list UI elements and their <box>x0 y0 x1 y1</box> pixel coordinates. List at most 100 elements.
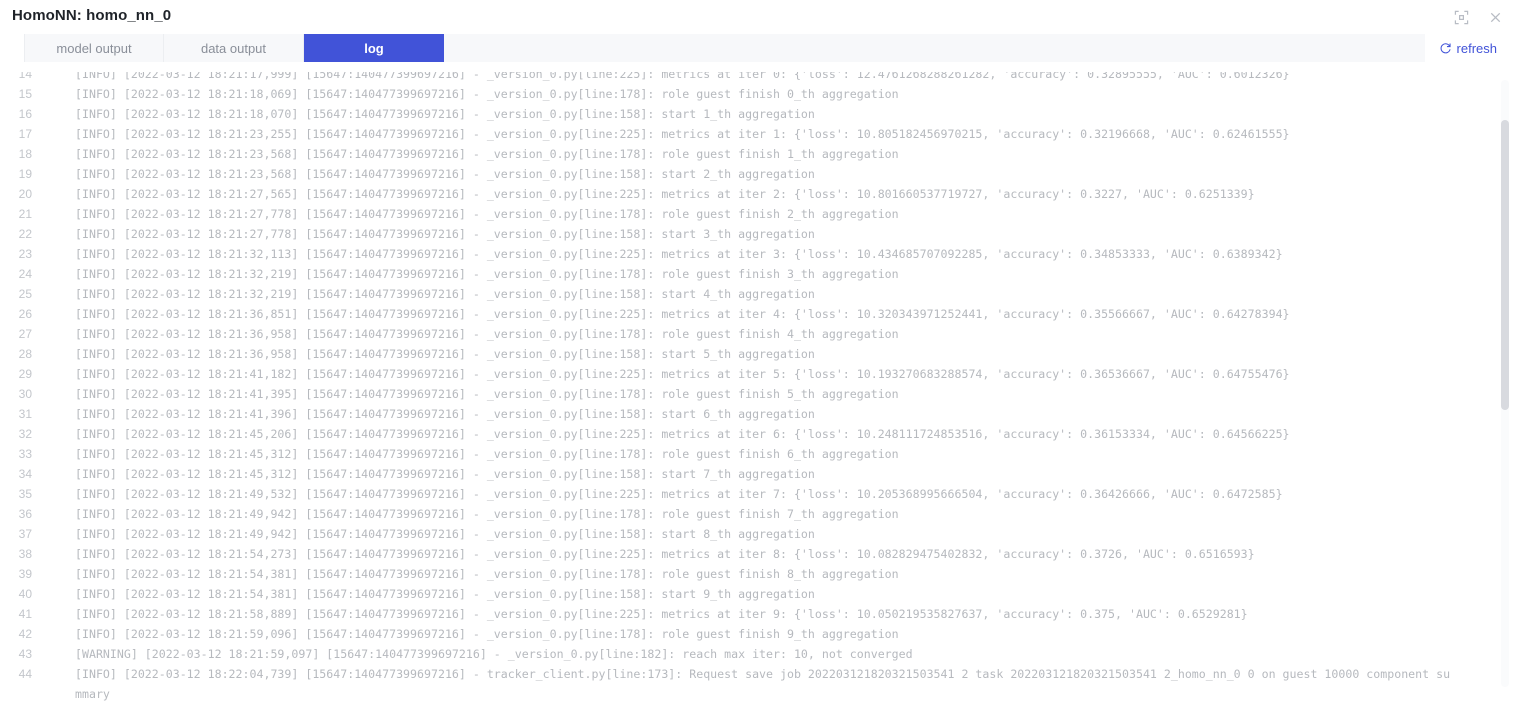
tab-model-output-label: model output <box>56 40 132 56</box>
log-line-text: [INFO] [2022-03-12 18:21:49,942] [15647:… <box>75 527 815 541</box>
log-line-number: 35 <box>18 487 32 501</box>
page-title: HomoNN: homo_nn_0 <box>12 7 172 24</box>
log-line-number: 44 <box>18 667 32 681</box>
log-line-number: 25 <box>18 287 32 301</box>
log-row: 23 [INFO] [2022-03-12 18:21:32,113] [1564… <box>0 244 1515 264</box>
log-row: 14 [INFO] [2022-03-12 18:21:17,999] [156… <box>0 72 1515 84</box>
log-line-text: [INFO] [2022-03-12 18:21:23,568] [15647:… <box>75 167 815 181</box>
log-line-number: 28 <box>18 347 32 361</box>
refresh-button[interactable]: refresh <box>1439 34 1497 62</box>
tab-log[interactable]: log <box>304 34 444 62</box>
log-row: 15 [INFO] [2022-03-12 18:21:18,069] [1564… <box>0 84 1515 104</box>
log-line-text: [INFO] [2022-03-12 18:21:59,096] [15647:… <box>75 627 899 641</box>
log-line-number: 29 <box>18 367 32 381</box>
log-line-text: [INFO] [2022-03-12 18:21:36,851] [15647:… <box>75 307 1290 321</box>
log-line-number: 36 <box>18 507 32 521</box>
log-viewport[interactable]: 14 [INFO] [2022-03-12 18:21:17,999] [156… <box>0 72 1515 701</box>
log-line-number: 21 <box>18 207 32 221</box>
log-row: 18 [INFO] [2022-03-12 18:21:23,568] [1564… <box>0 144 1515 164</box>
log-row: 22 [INFO] [2022-03-12 18:21:27,778] [1564… <box>0 224 1515 244</box>
log-line-text: [INFO] [2022-03-12 18:21:45,312] [15647:… <box>75 467 815 481</box>
log-line-text: [INFO] [2022-03-12 18:21:32,219] [15647:… <box>75 267 899 281</box>
log-row: 21 [INFO] [2022-03-12 18:21:27,778] [1564… <box>0 204 1515 224</box>
log-content: 14 [INFO] [2022-03-12 18:21:17,999] [156… <box>0 72 1515 701</box>
log-row: 38 [INFO] [2022-03-12 18:21:54,273] [1564… <box>0 544 1515 564</box>
log-line-number: 37 <box>18 527 32 541</box>
log-line-text: [INFO] [2022-03-12 18:21:32,219] [15647:… <box>75 287 815 301</box>
log-row: 43 [WARNING] [2022-03-12 18:21:59,097] [1… <box>0 644 1515 664</box>
log-line-number: 30 <box>18 387 32 401</box>
tab-data-output[interactable]: data output <box>164 34 304 62</box>
log-line-number: 20 <box>18 187 32 201</box>
log-row: 35 [INFO] [2022-03-12 18:21:49,532] [1564… <box>0 484 1515 504</box>
log-row: 24 [INFO] [2022-03-12 18:21:32,219] [1564… <box>0 264 1515 284</box>
log-line-number: 27 <box>18 327 32 341</box>
window-title-bar: HomoNN: homo_nn_0 <box>0 0 1515 34</box>
log-row: 44 [INFO] [2022-03-12 18:22:04,739] [1564… <box>0 664 1515 684</box>
log-row: 41 [INFO] [2022-03-12 18:21:58,889] [1564… <box>0 604 1515 624</box>
log-row: 33 [INFO] [2022-03-12 18:21:45,312] [1564… <box>0 444 1515 464</box>
log-line-number: 31 <box>18 407 32 421</box>
log-row: 25 [INFO] [2022-03-12 18:21:32,219] [1564… <box>0 284 1515 304</box>
log-row: 32 [INFO] [2022-03-12 18:21:45,206] [1564… <box>0 424 1515 444</box>
log-line-number: 19 <box>18 167 32 181</box>
log-line-number: 41 <box>18 607 32 621</box>
log-row: 30 [INFO] [2022-03-12 18:21:41,395] [1564… <box>0 384 1515 404</box>
close-icon[interactable] <box>1481 3 1509 31</box>
log-line-number: 34 <box>18 467 32 481</box>
log-line-text: [INFO] [2022-03-12 18:21:41,396] [15647:… <box>75 407 815 421</box>
log-line-text: [INFO] [2022-03-12 18:21:45,312] [15647:… <box>75 447 899 461</box>
log-scrollbar-track[interactable] <box>1501 80 1509 687</box>
log-line-number: 40 <box>18 587 32 601</box>
log-row: 26 [INFO] [2022-03-12 18:21:36,851] [1564… <box>0 304 1515 324</box>
log-line-text: [INFO] [2022-03-12 18:21:32,113] [15647:… <box>75 247 1283 261</box>
window-actions <box>1447 3 1509 31</box>
log-line-number: 26 <box>18 307 32 321</box>
log-line-number: 15 <box>18 87 32 101</box>
tab-log-label: log <box>364 40 384 56</box>
log-row: 29 [INFO] [2022-03-12 18:21:41,182] [1564… <box>0 364 1515 384</box>
log-line-number: 14 <box>18 72 32 81</box>
refresh-icon <box>1439 42 1452 55</box>
log-row: 34 [INFO] [2022-03-12 18:21:45,312] [1564… <box>0 464 1515 484</box>
log-row: 27 [INFO] [2022-03-12 18:21:36,958] [1564… <box>0 324 1515 344</box>
log-line-number: 38 <box>18 547 32 561</box>
log-line-text: [INFO] [2022-03-12 18:21:41,182] [15647:… <box>75 367 1290 381</box>
log-row: 37 [INFO] [2022-03-12 18:21:49,942] [1564… <box>0 524 1515 544</box>
tab-bar-region: model output data output log refresh <box>0 34 1515 68</box>
log-line-text: [INFO] [2022-03-12 18:21:23,255] [15647:… <box>75 127 1290 141</box>
log-line-text: [INFO] [2022-03-12 18:21:41,395] [15647:… <box>75 387 899 401</box>
log-line-number: 42 <box>18 627 32 641</box>
log-line-number: 33 <box>18 447 32 461</box>
log-line-text: [INFO] [2022-03-12 18:21:18,070] [15647:… <box>75 107 815 121</box>
log-line-text: [INFO] [2022-03-12 18:21:18,069] [15647:… <box>75 87 899 101</box>
tab-data-output-label: data output <box>200 40 267 56</box>
log-line-number: 22 <box>18 227 32 241</box>
log-row: mmary <box>0 684 1515 701</box>
refresh-label: refresh <box>1456 40 1497 56</box>
log-line-number: 39 <box>18 567 32 581</box>
log-scrollbar-thumb[interactable] <box>1501 120 1509 410</box>
log-line-number: 24 <box>18 267 32 281</box>
log-line-text: [INFO] [2022-03-12 18:21:49,942] [15647:… <box>75 507 899 521</box>
log-line-text: [INFO] [2022-03-12 18:21:27,778] [15647:… <box>75 207 899 221</box>
log-line-number: 18 <box>18 147 32 161</box>
log-row: 19 [INFO] [2022-03-12 18:21:23,568] [1564… <box>0 164 1515 184</box>
log-line-number: 43 <box>18 647 32 661</box>
log-line-number: 16 <box>18 107 32 121</box>
log-line-text: [INFO] [2022-03-12 18:21:54,273] [15647:… <box>75 547 1255 561</box>
log-line-text: [INFO] [2022-03-12 18:21:54,381] [15647:… <box>75 567 899 581</box>
log-line-text: [WARNING] [2022-03-12 18:21:59,097] [156… <box>75 647 913 661</box>
log-line-text: [INFO] [2022-03-12 18:21:36,958] [15647:… <box>75 327 899 341</box>
log-line-text: [INFO] [2022-03-12 18:21:54,381] [15647:… <box>75 587 815 601</box>
log-row: 28 [INFO] [2022-03-12 18:21:36,958] [1564… <box>0 344 1515 364</box>
log-line-text: [INFO] [2022-03-12 18:21:45,206] [15647:… <box>75 427 1290 441</box>
log-line-text: mmary <box>75 687 110 701</box>
tab-model-output[interactable]: model output <box>24 34 164 62</box>
fullscreen-icon[interactable] <box>1447 3 1475 31</box>
log-row: 42 [INFO] [2022-03-12 18:21:59,096] [1564… <box>0 624 1515 644</box>
log-row: 16 [INFO] [2022-03-12 18:21:18,070] [1564… <box>0 104 1515 124</box>
tab-bar-filler <box>444 34 1425 62</box>
log-line-text: [INFO] [2022-03-12 18:21:27,565] [15647:… <box>75 187 1255 201</box>
log-line-text: [INFO] [2022-03-12 18:21:58,889] [15647:… <box>75 607 1248 621</box>
